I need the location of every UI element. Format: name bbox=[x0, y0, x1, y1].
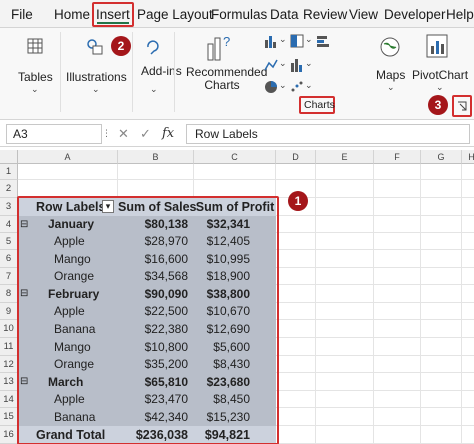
tab-formulas[interactable]: Formulas bbox=[211, 5, 267, 25]
pivotchart-label: PivotChart bbox=[412, 68, 469, 82]
ribbon-tab-bar: File Home Insert Page Layout Formulas Da… bbox=[0, 0, 474, 28]
recommended-charts-label: Recommended Charts bbox=[186, 65, 268, 92]
tab-file[interactable]: File bbox=[11, 5, 33, 25]
gridline bbox=[373, 164, 374, 444]
row-header[interactable]: 11 bbox=[0, 338, 18, 356]
formula-controls: ✕ ✓ fx bbox=[112, 124, 182, 144]
chevron-down-icon: ⌄ bbox=[150, 84, 158, 94]
callout-3: 3 bbox=[428, 95, 448, 115]
row-header[interactable]: 16 bbox=[0, 426, 18, 444]
chevron-down-icon: ⌄ bbox=[279, 34, 287, 44]
callout-1: 1 bbox=[288, 191, 308, 211]
row-header[interactable]: 13 bbox=[0, 373, 18, 391]
column-header[interactable]: H bbox=[462, 150, 474, 164]
pivotchart-icon bbox=[426, 34, 448, 58]
recommended-charts-icon: ? bbox=[207, 34, 230, 61]
line-chart-icon[interactable] bbox=[264, 58, 278, 72]
globe-icon bbox=[380, 37, 400, 57]
fx-icon[interactable]: fx bbox=[162, 124, 174, 144]
row-header[interactable]: 6 bbox=[0, 250, 18, 268]
column-header[interactable]: C bbox=[194, 150, 276, 164]
addins-label: Add-ins bbox=[141, 64, 182, 78]
charts-group-label: Charts bbox=[304, 99, 335, 111]
callout-2: 2 bbox=[111, 36, 131, 56]
maps-button[interactable]: Maps ⌄ bbox=[372, 34, 408, 94]
tab-view[interactable]: View bbox=[349, 5, 378, 25]
chevron-down-icon: ⌄ bbox=[279, 80, 287, 90]
row-header[interactable]: 9 bbox=[0, 303, 18, 320]
chevron-down-icon: ⌄ bbox=[305, 80, 313, 90]
chevron-down-icon: ⌄ bbox=[92, 84, 100, 94]
row-header[interactable]: 7 bbox=[0, 268, 18, 285]
name-box[interactable]: A3 bbox=[6, 124, 102, 144]
row-header[interactable]: 10 bbox=[0, 320, 18, 338]
tables-button[interactable]: Tables ⌄ bbox=[14, 34, 56, 94]
tab-help[interactable]: Help bbox=[446, 5, 474, 25]
pivot-table-highlight bbox=[17, 196, 279, 444]
column-header[interactable]: G bbox=[421, 150, 462, 164]
row-header[interactable]: 2 bbox=[0, 180, 18, 198]
bar-chart-icon[interactable] bbox=[316, 34, 330, 48]
scatter-chart-icon[interactable] bbox=[290, 80, 304, 94]
row-header[interactable]: 14 bbox=[0, 391, 18, 408]
pie-chart-icon[interactable] bbox=[264, 80, 278, 94]
gridline bbox=[420, 164, 421, 444]
gridline bbox=[461, 164, 462, 444]
column-header[interactable]: E bbox=[316, 150, 374, 164]
tables-label: Tables bbox=[18, 70, 53, 84]
row-header[interactable]: 5 bbox=[0, 233, 18, 250]
tab-review[interactable]: Review bbox=[303, 5, 347, 25]
chevron-down-icon: ⌄ bbox=[279, 58, 287, 68]
tab-developer[interactable]: Developer bbox=[384, 5, 446, 25]
chevron-down-icon: ⌄ bbox=[387, 82, 395, 92]
chevron-down-icon[interactable]: ⋮ bbox=[102, 128, 111, 139]
addins-button[interactable]: Add-ins ⌄ bbox=[136, 34, 182, 94]
tab-insert[interactable]: Insert bbox=[92, 2, 134, 27]
addins-icon bbox=[147, 40, 159, 55]
chevron-down-icon: ⌄ bbox=[305, 58, 313, 68]
column-header[interactable]: B bbox=[118, 150, 194, 164]
charts-gallery: ⌄ ⌄ ⌄ ⌄ ⌄ ⌄ bbox=[264, 32, 334, 102]
formula-input[interactable]: Row Labels bbox=[186, 124, 470, 144]
illustrations-icon bbox=[87, 39, 103, 55]
formula-bar: A3 ⋮ ✕ ✓ fx Row Labels bbox=[0, 121, 474, 147]
statistic-chart-icon[interactable] bbox=[290, 58, 304, 72]
tab-page-layout[interactable]: Page Layout bbox=[137, 5, 213, 25]
chevron-down-icon: ⌄ bbox=[436, 82, 444, 92]
table-icon bbox=[27, 38, 43, 54]
svg-text:?: ? bbox=[223, 34, 230, 49]
chevron-down-icon: ⌄ bbox=[31, 84, 39, 94]
column-header[interactable]: D bbox=[276, 150, 316, 164]
insert-ribbon: Tables ⌄ Illustrations ⌄ 2 Add-ins ⌄ ? R… bbox=[0, 28, 474, 120]
worksheet-grid[interactable]: ABCDEFGH 1 2 3 4 5 6 7 8 9 10 11 12 13 14 15 16 Row Lab… bbox=[0, 150, 474, 444]
tab-home[interactable]: Home bbox=[54, 5, 90, 25]
select-all-corner[interactable] bbox=[0, 150, 18, 164]
column-header[interactable]: F bbox=[374, 150, 421, 164]
hierarchy-chart-icon[interactable] bbox=[290, 34, 304, 48]
dialog-launcher-icon[interactable] bbox=[457, 101, 467, 111]
maps-label: Maps bbox=[376, 68, 406, 82]
row-header[interactable]: 1 bbox=[0, 164, 18, 180]
pivotchart-button[interactable]: PivotChart ⌄ bbox=[410, 32, 468, 92]
gridline bbox=[315, 164, 316, 444]
recommended-charts-button[interactable]: ? Recommended Charts bbox=[180, 30, 268, 96]
chevron-down-icon: ⌄ bbox=[305, 34, 313, 44]
column-header[interactable]: A bbox=[18, 150, 118, 164]
confirm-icon[interactable]: ✓ bbox=[140, 124, 151, 144]
row-header[interactable]: 15 bbox=[0, 408, 18, 426]
cancel-icon[interactable]: ✕ bbox=[118, 124, 129, 144]
row-header[interactable]: 12 bbox=[0, 356, 18, 373]
tab-data[interactable]: Data bbox=[270, 5, 299, 25]
row-header[interactable]: 4 bbox=[0, 216, 18, 233]
column-chart-icon[interactable] bbox=[264, 34, 278, 48]
row-header[interactable]: 3 bbox=[0, 198, 18, 216]
gridline bbox=[18, 179, 474, 180]
illustrations-label: Illustrations bbox=[66, 70, 127, 84]
row-header[interactable]: 8 bbox=[0, 285, 18, 303]
